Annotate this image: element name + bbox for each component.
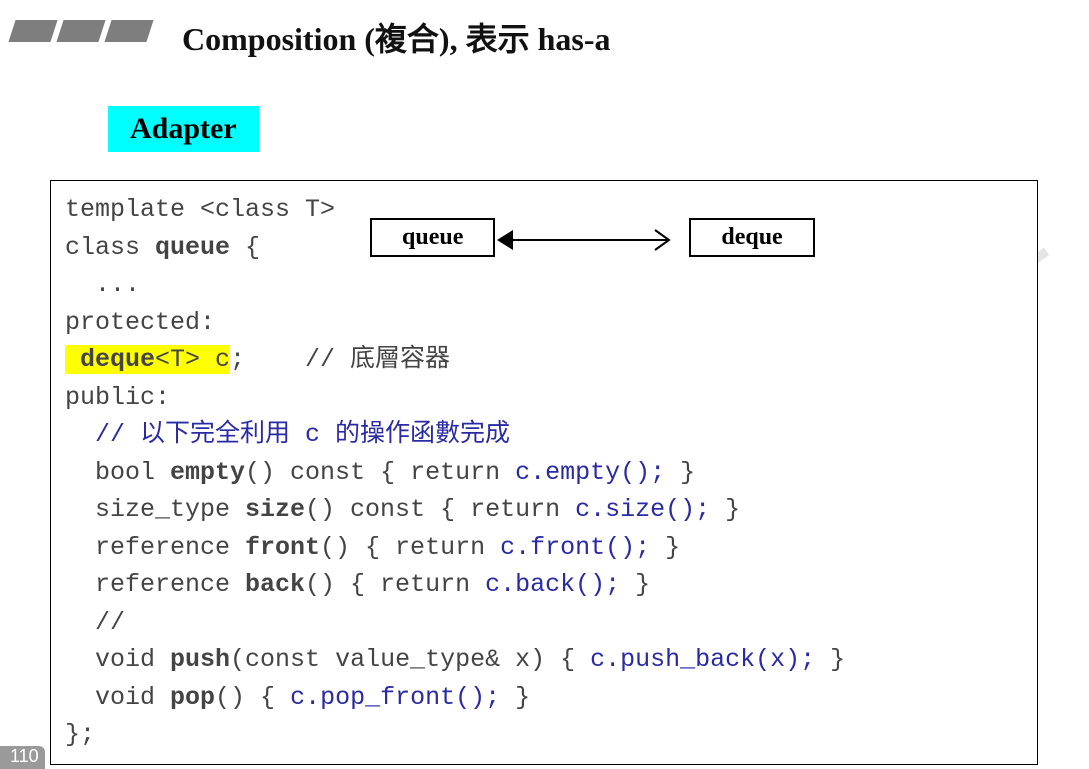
- code-line: reference back() { return c.back(); }: [65, 566, 1023, 604]
- code-line: bool empty() const { return c.empty(); }: [65, 454, 1023, 492]
- adapter-badge: Adapter: [108, 106, 259, 152]
- code-line: void push(const value_type& x) { c.push_…: [65, 641, 1023, 679]
- header-decoration: [12, 20, 150, 42]
- uml-deque-box: deque: [689, 218, 814, 257]
- code-line: size_type size() const { return c.size()…: [65, 491, 1023, 529]
- page-number: 110: [0, 746, 45, 769]
- code-line: public:: [65, 379, 1023, 417]
- uml-arrow: [497, 220, 687, 260]
- code-line: deque<T> c; // 底層容器: [65, 341, 1023, 379]
- bar-deco: [56, 20, 105, 42]
- code-line: // 以下完全利用 c 的操作函數完成: [65, 416, 1023, 454]
- bar-deco: [104, 20, 153, 42]
- code-block: template <class T> class queue { ... pro…: [50, 180, 1038, 765]
- code-line: protected:: [65, 304, 1023, 342]
- code-line: ...: [65, 266, 1023, 304]
- bar-deco: [8, 20, 57, 42]
- code-line: void pop() { c.pop_front(); }: [65, 679, 1023, 717]
- code-line: reference front() { return c.front(); }: [65, 529, 1023, 567]
- uml-diagram: queue deque: [370, 218, 815, 260]
- uml-queue-box: queue: [370, 218, 495, 257]
- slide-title: Composition (複合), 表示 has-a: [182, 14, 610, 60]
- code-line: //: [65, 604, 1023, 642]
- code-line: };: [65, 716, 1023, 754]
